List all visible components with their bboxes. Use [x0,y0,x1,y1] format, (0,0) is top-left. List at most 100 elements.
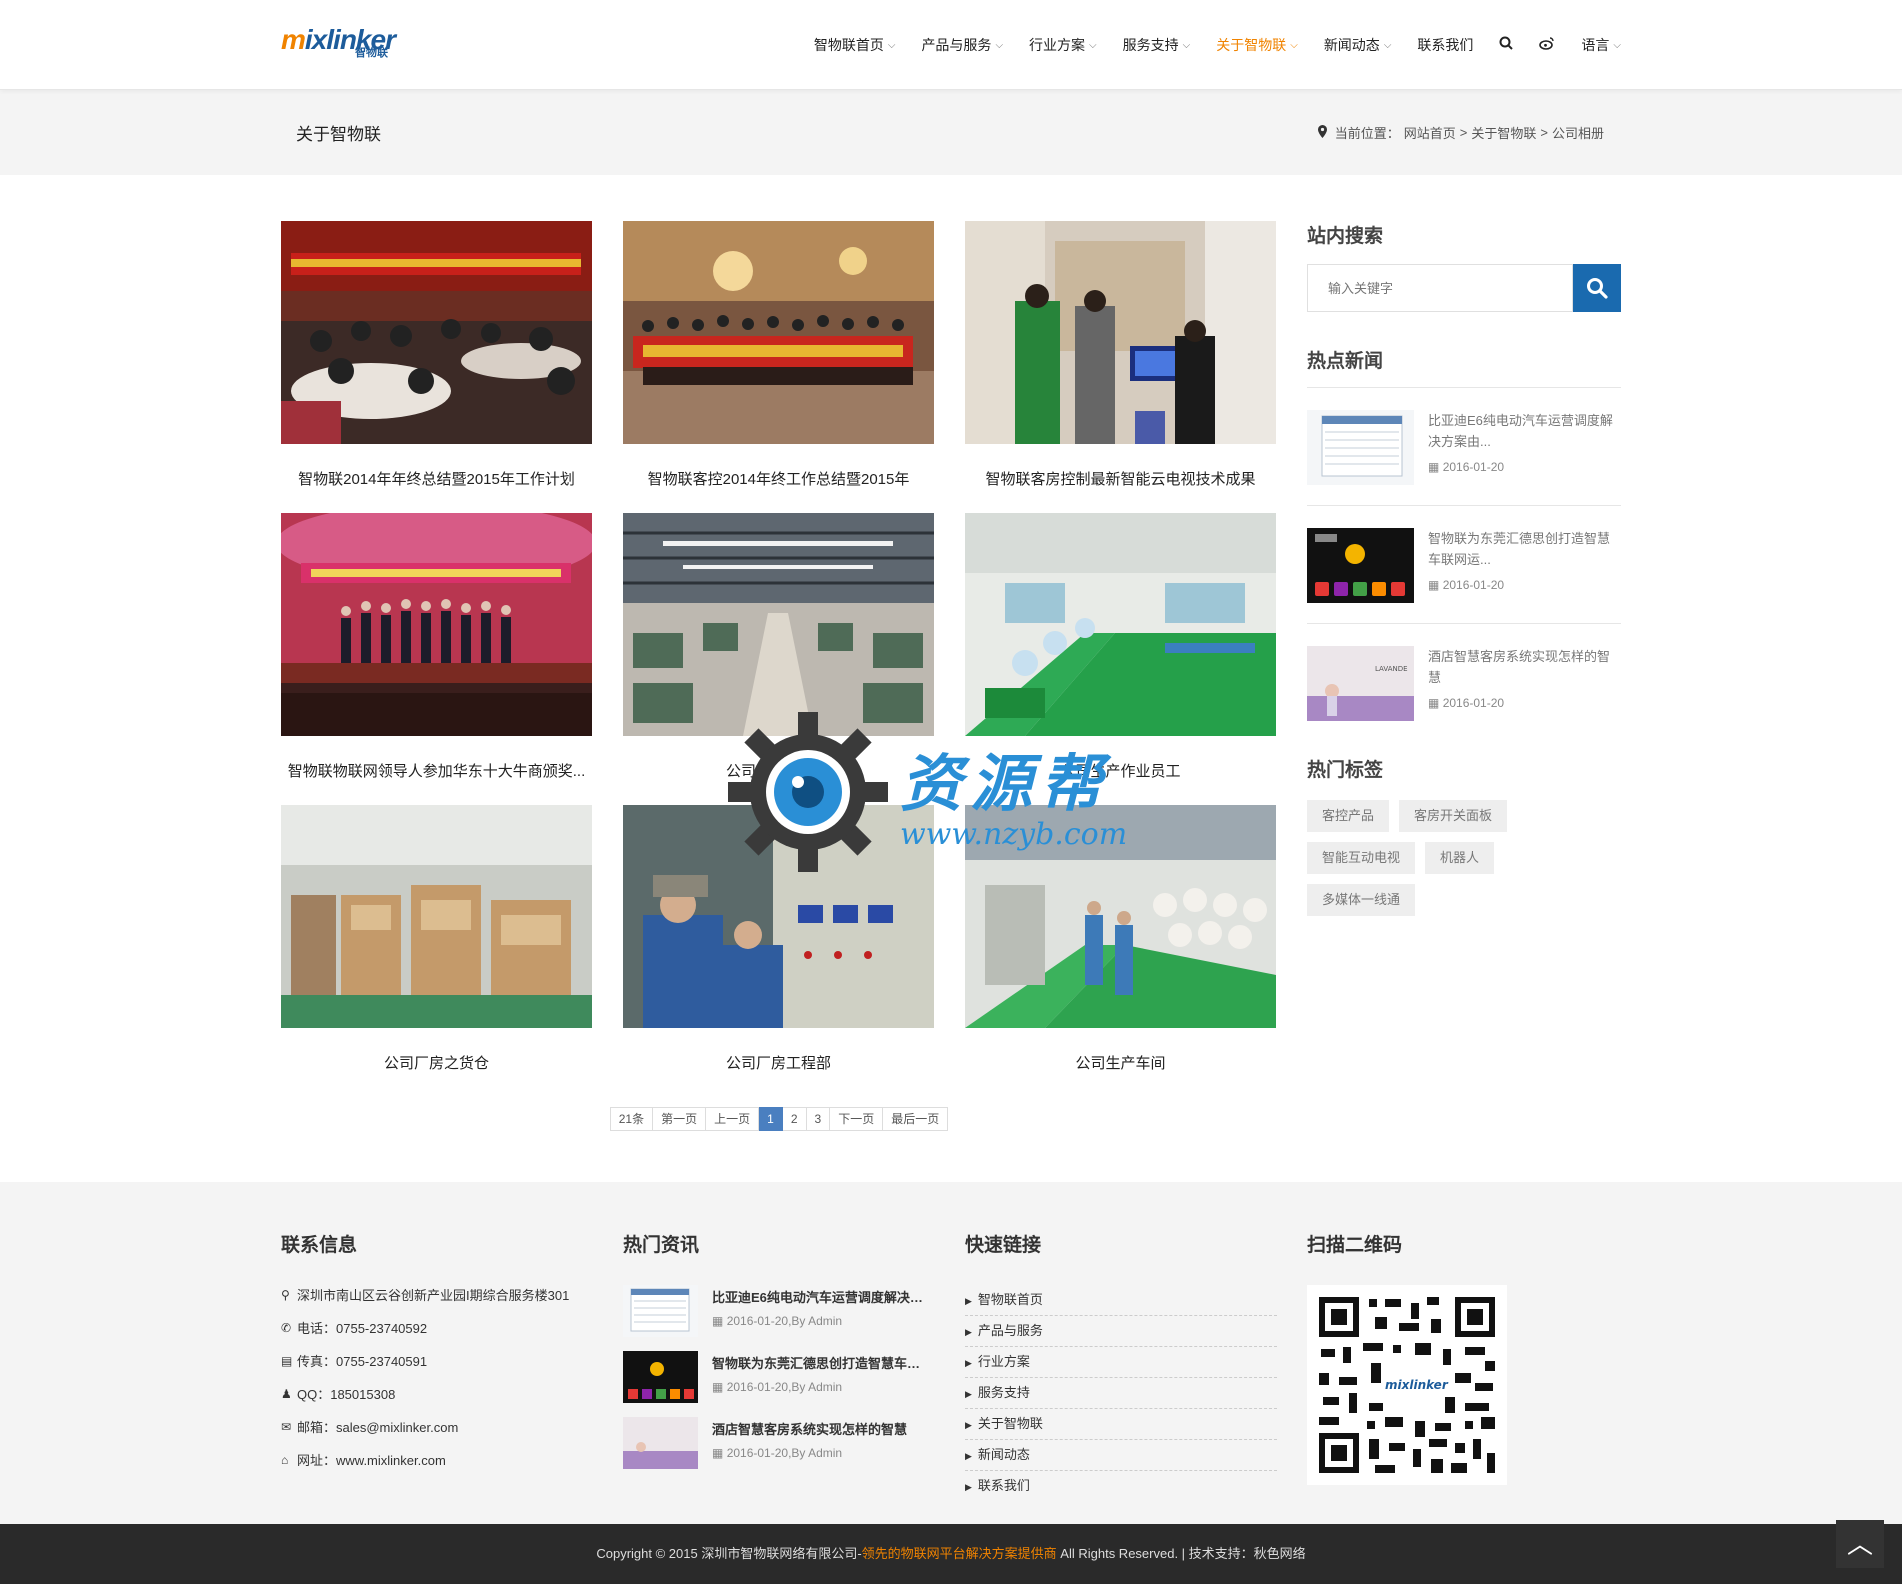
nav-about[interactable]: 关于智物联 ⌵ [1216,35,1298,55]
list-item[interactable]: 比亚迪E6纯电动汽车运营调度解决方案由... ▦ 2016-01-20 [1307,388,1621,506]
main-nav: 智物联首页 ⌵ 产品与服务 ⌵ 行业方案 ⌵ 服务支持 ⌵ 关于智物联 ⌵ 新闻动态 ⌵ 联… [788,0,1621,90]
footer-link-news[interactable]: ▶ 新闻动态 [965,1440,1277,1471]
gallery-photo[interactable] [281,513,592,736]
news-title[interactable]: 酒店智慧客房系统实现怎样的智慧 [1428,646,1621,688]
gallery-caption[interactable]: 智物联物联网领导人参加华东十大牛商颁奖... [281,760,592,781]
back-to-top-button[interactable]: ︿ [1836,1520,1884,1568]
tag[interactable]: 客房开关面板 [1399,800,1508,832]
hot-news-heading: 热点新闻 [1307,346,1621,388]
news-title[interactable]: 酒店智慧客房系统实现怎样的智慧 [712,1419,932,1438]
nav-label: 关于智物联 [1216,37,1287,53]
news-thumbnail[interactable] [1307,410,1414,485]
site-logo[interactable]: mixlinker 智物联 [281,24,396,59]
news-title[interactable]: 比亚迪E6纯电动汽车运营调度解决方案由... [712,1287,932,1306]
contact-address: ⚲ 深圳市南山区云谷创新产业园I期综合服务楼301 [281,1285,623,1304]
chevron-down-icon: ⌵ [1383,39,1392,51]
page-current[interactable]: 1 [759,1107,783,1131]
gallery-card[interactable]: 公司厂房工程部 [623,805,934,1097]
list-item[interactable]: LAVANDE 酒店智慧客房系统实现怎样的智慧 ▦ 2016-01-20 [1307,624,1621,741]
gallery-photo[interactable] [965,221,1276,444]
caret-right-icon: ▶ [965,1482,972,1492]
news-thumbnail[interactable] [623,1285,698,1337]
search-input[interactable] [1307,264,1573,312]
gallery-card[interactable]: 智物联2014年年终总结暨2015年工作计划 [281,221,592,513]
page-last[interactable]: 最后一页 [883,1107,949,1131]
search-button[interactable] [1573,264,1621,312]
calendar-icon: ▦ [712,1314,724,1328]
news-title[interactable]: 智物联为东莞汇德思创打造智慧车联网运... [1428,528,1621,570]
gallery-card[interactable]: 智物联客房控制最新智能云电视技术成果 [965,221,1276,513]
list-item[interactable]: 智物联为东莞汇德思创打造智慧车联网运... ▦ 2016-01-20 [1307,506,1621,624]
nav-news[interactable]: 新闻动态 ⌵ [1324,35,1392,55]
list-item[interactable]: 比亚迪E6纯电动汽车运营调度解决方案由... ▦ 2016-01-20,By Ad… [623,1285,965,1337]
news-meta: ▦ 2016-01-20,By Admin [712,1380,932,1394]
footer-link-contact[interactable]: ▶ 联系我们 [965,1471,1277,1502]
footer-link-products[interactable]: ▶ 产品与服务 [965,1316,1277,1347]
site-search [1307,264,1621,312]
gallery-photo[interactable] [623,805,934,1028]
gallery-card[interactable]: 公司厂房之货仓 [281,805,592,1097]
footer-link-about[interactable]: ▶ 关于智物联 [965,1409,1277,1440]
gallery-caption[interactable]: 智物联客房控制最新智能云电视技术成果 [965,468,1276,489]
gallery-caption[interactable]: 公司生产车间 [965,1052,1276,1073]
breadcrumb-about[interactable]: 关于智物联 [1471,123,1536,142]
footer-link-support[interactable]: ▶ 服务支持 [965,1378,1277,1409]
nav-products[interactable]: 产品与服务 ⌵ [921,35,1003,55]
copyright-bar: Copyright © 2015 深圳市智物联网络有限公司-领先的物联网平台解决… [0,1520,1902,1584]
gallery-photo[interactable] [281,805,592,1028]
news-thumbnail[interactable] [1307,528,1414,603]
nav-contact[interactable]: 联系我们 [1417,35,1473,55]
news-thumbnail[interactable] [623,1351,698,1403]
gallery-card[interactable]: 公司生产作业员工 [965,513,1276,805]
chevron-down-icon: ⌵ [1089,39,1097,51]
nav-support[interactable]: 服务支持 ⌵ [1123,35,1191,55]
svg-text:LAVANDE: LAVANDE [1375,665,1408,673]
page-title-bar: 关于智物联 当前位置： 网站首页 > 关于智物联 > 公司相册 [0,90,1902,175]
language-menu[interactable]: 语言 ⌵ [1581,35,1621,55]
contact-text: 深圳市南山区云谷创新产业园I期综合服务楼301 [297,1288,570,1303]
gallery-caption[interactable]: 公司厂房之货仓 [281,1052,592,1073]
news-title[interactable]: 比亚迪E6纯电动汽车运营调度解决方案由... [1428,410,1621,452]
news-thumbnail[interactable]: LAVANDE [1307,646,1414,721]
footer-link-solutions[interactable]: ▶ 行业方案 [965,1347,1277,1378]
contact-email[interactable]: ✉ 邮箱：sales@mixlinker.com [281,1417,623,1436]
gallery-caption[interactable]: 公司厂房工程部 [623,1052,934,1073]
weibo-icon[interactable] [1539,36,1555,54]
sidebar: 站内搜索 热点新闻 比亚迪E6纯电动汽车运营调度解决方案由... ▦ 2016-… [1307,221,1621,1131]
nav-solutions[interactable]: 行业方案 ⌵ [1029,35,1097,55]
gallery-card[interactable]: 公司生产车间 [965,805,1276,1097]
gallery-card[interactable]: 智物联客控2014年终工作总结暨2015年 [623,221,934,513]
page-number[interactable]: 2 [782,1107,807,1131]
gallery-photo[interactable] [965,805,1276,1028]
gallery-photo[interactable] [623,513,934,736]
page-total: 21条 [609,1107,654,1131]
gallery-caption[interactable]: 智物联2014年年终总结暨2015年工作计划 [281,468,592,489]
tag[interactable]: 客控产品 [1307,800,1390,832]
news-date: ▦ 2016-01-20 [1428,696,1621,710]
tag[interactable]: 机器人 [1425,842,1495,874]
nav-home[interactable]: 智物联首页 ⌵ [814,35,896,55]
breadcrumb-home[interactable]: 网站首页 [1404,123,1456,142]
tag[interactable]: 多媒体一线通 [1307,884,1416,916]
contact-website[interactable]: ⌂ 网址：www.mixlinker.com [281,1450,623,1469]
list-item[interactable]: 酒店智慧客房系统实现怎样的智慧 ▦ 2016-01-20,By Admin [623,1417,965,1469]
list-item[interactable]: 智物联为东莞汇德思创打造智慧车联网运... ▦ 2016-01-20,By Adm… [623,1351,965,1403]
gallery-caption[interactable]: 公司厂房内一角 [623,760,934,781]
footer-link-home[interactable]: ▶ 智物联首页 [965,1285,1277,1316]
gallery-photo[interactable] [281,221,592,444]
gallery-caption[interactable]: 公司生产作业员工 [965,760,1276,781]
page-first[interactable]: 第一页 [653,1107,707,1131]
news-title[interactable]: 智物联为东莞汇德思创打造智慧车联网运... [712,1353,932,1372]
gallery-card[interactable]: 公司厂房内一角 [623,513,934,805]
gallery-photo[interactable] [623,221,934,444]
search-icon[interactable] [1499,36,1514,54]
gallery-card[interactable]: 智物联物联网领导人参加华东十大牛商颁奖... [281,513,592,805]
news-thumbnail[interactable] [623,1417,698,1469]
search-icon [1587,278,1608,299]
page-next[interactable]: 下一页 [830,1107,884,1131]
gallery-caption[interactable]: 智物联客控2014年终工作总结暨2015年 [623,468,934,489]
tag[interactable]: 智能互动电视 [1307,842,1416,874]
page-prev[interactable]: 上一页 [706,1107,760,1131]
gallery-photo[interactable] [965,513,1276,736]
page-number[interactable]: 3 [806,1107,831,1131]
